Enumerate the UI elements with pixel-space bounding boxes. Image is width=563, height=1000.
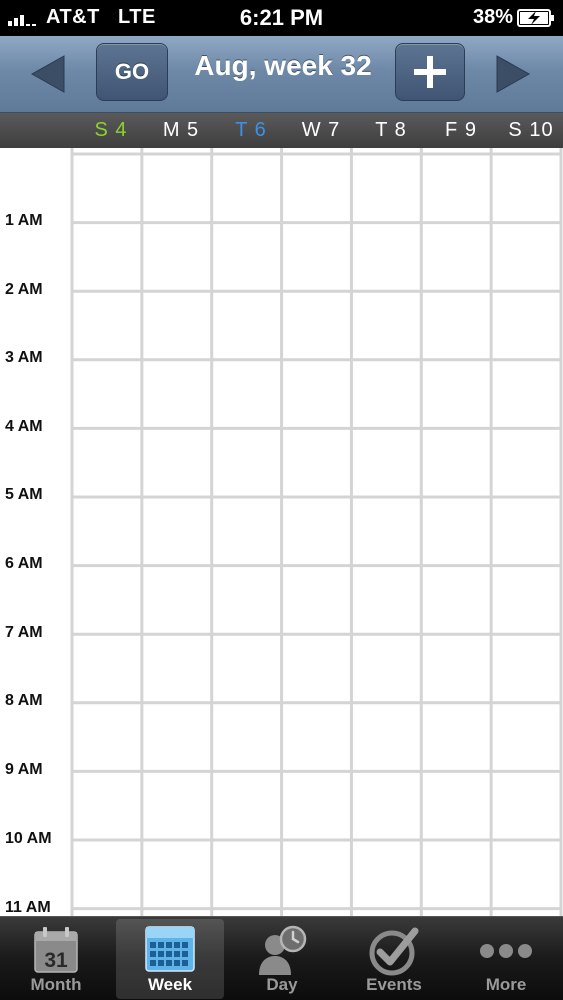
tab-bar: 31 Month Week Day Events More: [0, 916, 563, 1000]
hour-label: 9 AM: [5, 761, 43, 778]
calendar-icon: 31: [34, 927, 78, 973]
day-label-friday[interactable]: F 9: [426, 119, 496, 142]
tab-label: Month: [30, 975, 82, 994]
checkmark-badge-icon: [369, 927, 419, 976]
tab-label: Day: [266, 975, 298, 994]
tab-events[interactable]: Events: [340, 919, 448, 999]
hour-label: 2 AM: [5, 281, 43, 298]
day-label-wednesday[interactable]: W 7: [286, 119, 356, 142]
hour-label: 11 AM: [5, 899, 51, 916]
week-grid-icon: [145, 926, 195, 972]
previous-week-icon[interactable]: [28, 54, 68, 94]
ellipsis-icon: [480, 944, 532, 958]
week-header: GO Aug, week 32: [0, 36, 563, 113]
hour-label: 7 AM: [5, 624, 43, 641]
tab-more[interactable]: More: [452, 919, 560, 999]
day-label-thursday[interactable]: T 8: [356, 119, 426, 142]
go-button[interactable]: GO: [96, 43, 168, 101]
battery-percentage: 38%: [472, 6, 513, 28]
day-label-monday[interactable]: M 5: [146, 119, 216, 142]
day-label-tuesday[interactable]: T 6: [216, 119, 286, 142]
hour-label: 6 AM: [5, 555, 43, 572]
day-label-sunday[interactable]: S 4: [76, 119, 146, 142]
add-event-button[interactable]: [395, 43, 465, 101]
hour-label: 1 AM: [5, 212, 43, 229]
hour-label: 5 AM: [5, 486, 43, 503]
weekday-strip: S 4 M 5 T 6 W 7 T 8 F 9 S 10: [0, 113, 563, 148]
plus-icon: [414, 56, 446, 88]
person-clock-icon: [259, 925, 307, 975]
hour-label: 4 AM: [5, 418, 43, 435]
hour-label: 8 AM: [5, 692, 43, 709]
tab-month[interactable]: 31 Month: [2, 919, 110, 999]
next-week-icon[interactable]: [493, 54, 533, 94]
tab-label: More: [485, 975, 527, 994]
tab-day[interactable]: Day: [228, 919, 336, 999]
calendar-icon-date: 31: [44, 949, 68, 972]
week-title: Aug, week 32: [194, 50, 372, 81]
week-grid[interactable]: 1 AM 2 AM 3 AM 4 AM 5 AM 6 AM 7 AM 8 AM …: [0, 148, 563, 916]
time-slot-grid[interactable]: [0, 148, 563, 916]
status-bar: AT&T LTE 6:21 PM 38%: [0, 0, 563, 36]
day-label-saturday[interactable]: S 10: [496, 119, 563, 142]
tab-week[interactable]: Week: [116, 919, 224, 999]
battery-charging-icon: [517, 9, 554, 27]
tab-label: Events: [366, 975, 422, 994]
hour-label: 10 AM: [5, 830, 52, 847]
tab-label: Week: [147, 975, 193, 994]
hour-label: 3 AM: [5, 349, 43, 366]
